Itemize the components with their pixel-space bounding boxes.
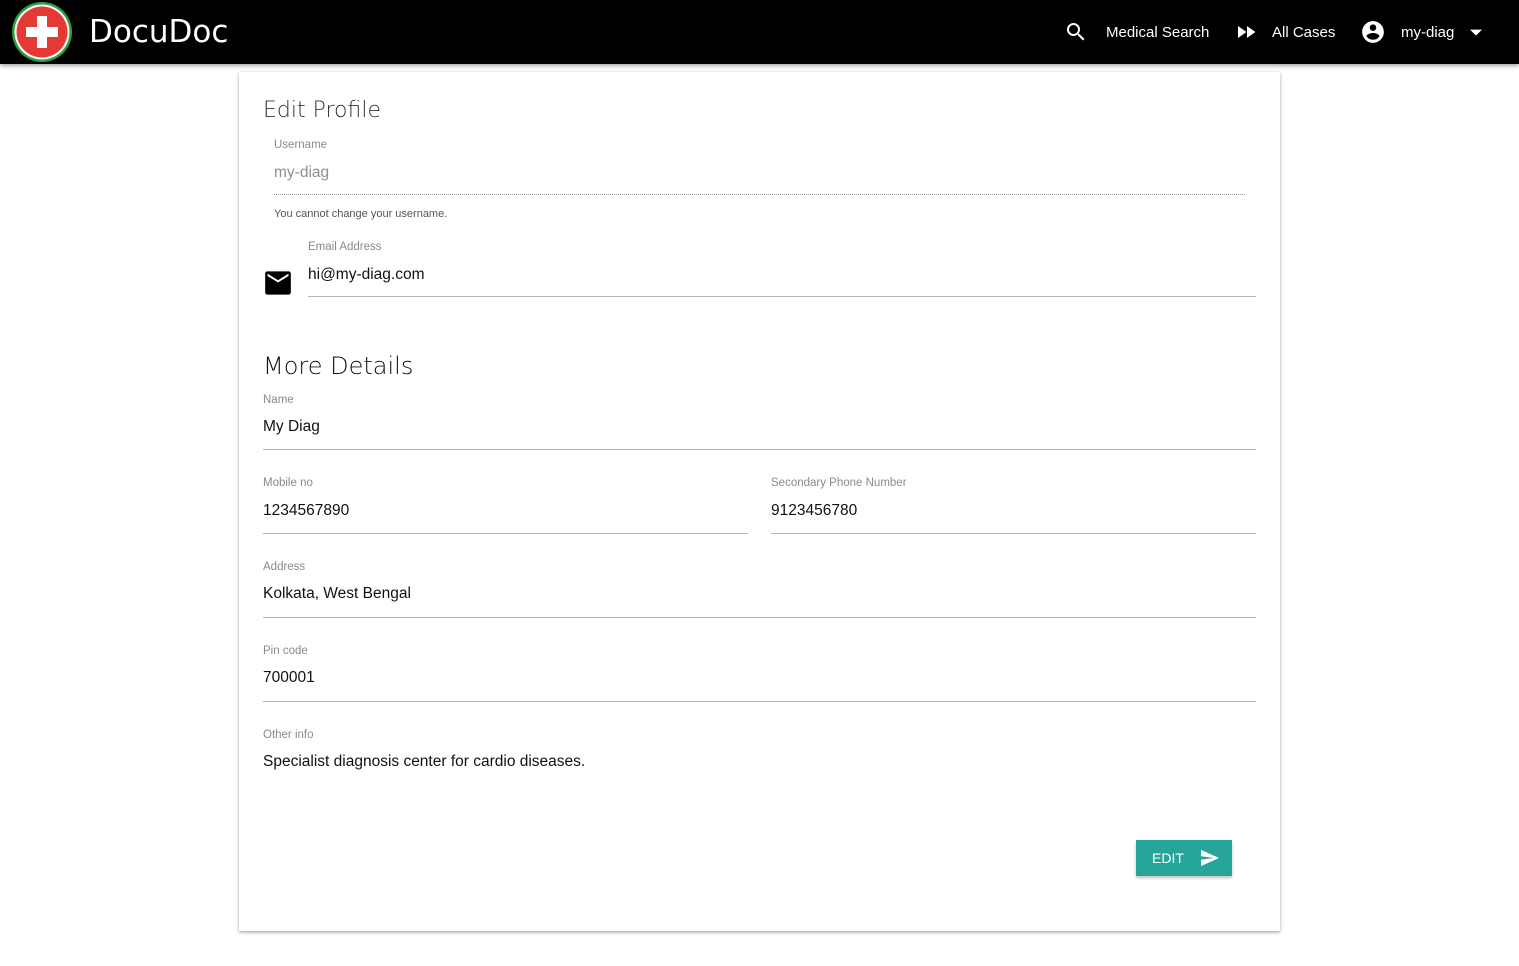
- mobile-field: Mobile no: [263, 477, 748, 535]
- mobile-label: Mobile no: [263, 477, 313, 489]
- edit-button[interactable]: EDIT: [1136, 840, 1232, 876]
- caret-down-icon: [1470, 29, 1483, 36]
- address-field: Address: [263, 561, 1256, 619]
- other-info-field: Other info: [263, 729, 1256, 787]
- edit-profile-card: Edit Profile Username You cannot change …: [239, 72, 1280, 931]
- brand-title[interactable]: DocuDoc: [89, 14, 228, 50]
- edit-button-label: EDIT: [1152, 850, 1184, 866]
- pin-code-label: Pin code: [263, 645, 308, 657]
- secondary-phone-input[interactable]: [771, 502, 1256, 520]
- nav-medical-search-label: Medical Search: [1106, 23, 1210, 41]
- address-input[interactable]: [263, 585, 1256, 603]
- username-label: Username: [274, 139, 328, 151]
- name-input[interactable]: [263, 418, 1256, 436]
- name-label: Name: [263, 394, 294, 406]
- nav-all-cases[interactable]: All Cases: [1234, 0, 1335, 64]
- red-cross-icon[interactable]: [10, 2, 74, 62]
- pin-code-field: Pin code: [263, 645, 1256, 703]
- username-underline: [274, 194, 1245, 195]
- email-label: Email Address: [308, 241, 382, 253]
- mobile-input[interactable]: [263, 502, 748, 520]
- address-label: Address: [263, 561, 306, 573]
- fast-forward-icon: [1238, 26, 1256, 38]
- send-icon: [1200, 849, 1219, 867]
- name-field: Name: [263, 394, 1256, 452]
- email-underline: [308, 296, 1256, 297]
- secondary-phone-field: Secondary Phone Number: [771, 477, 1256, 535]
- username-helper-text: You cannot change your username.: [274, 208, 448, 220]
- email-input[interactable]: [308, 266, 1256, 284]
- edit-profile-title: Edit Profile: [263, 98, 382, 123]
- top-navbar: DocuDoc Medical Search All Cases my-diag: [0, 0, 1519, 64]
- other-info-label: Other info: [263, 729, 314, 741]
- user-menu[interactable]: my-diag: [1360, 0, 1483, 64]
- secondary-phone-underline: [771, 533, 1256, 534]
- nav-all-cases-label: All Cases: [1272, 23, 1336, 41]
- email-field: Email Address: [308, 241, 1256, 299]
- more-details-title: More Details: [263, 352, 414, 380]
- username-field: Username: [274, 139, 1245, 199]
- account-circle-icon: [1362, 21, 1384, 43]
- nav-medical-search[interactable]: Medical Search: [1064, 0, 1209, 64]
- user-menu-label: my-diag: [1401, 23, 1455, 41]
- other-info-input[interactable]: [263, 753, 1256, 771]
- username-input: [274, 164, 1245, 182]
- email-icon: [265, 271, 291, 295]
- secondary-phone-label: Secondary Phone Number: [771, 477, 907, 489]
- address-underline: [263, 617, 1256, 618]
- pin-code-input[interactable]: [263, 669, 1256, 687]
- search-icon: [1067, 23, 1085, 41]
- mobile-underline: [263, 533, 748, 534]
- pin-code-underline: [263, 701, 1256, 702]
- name-underline: [263, 449, 1256, 450]
